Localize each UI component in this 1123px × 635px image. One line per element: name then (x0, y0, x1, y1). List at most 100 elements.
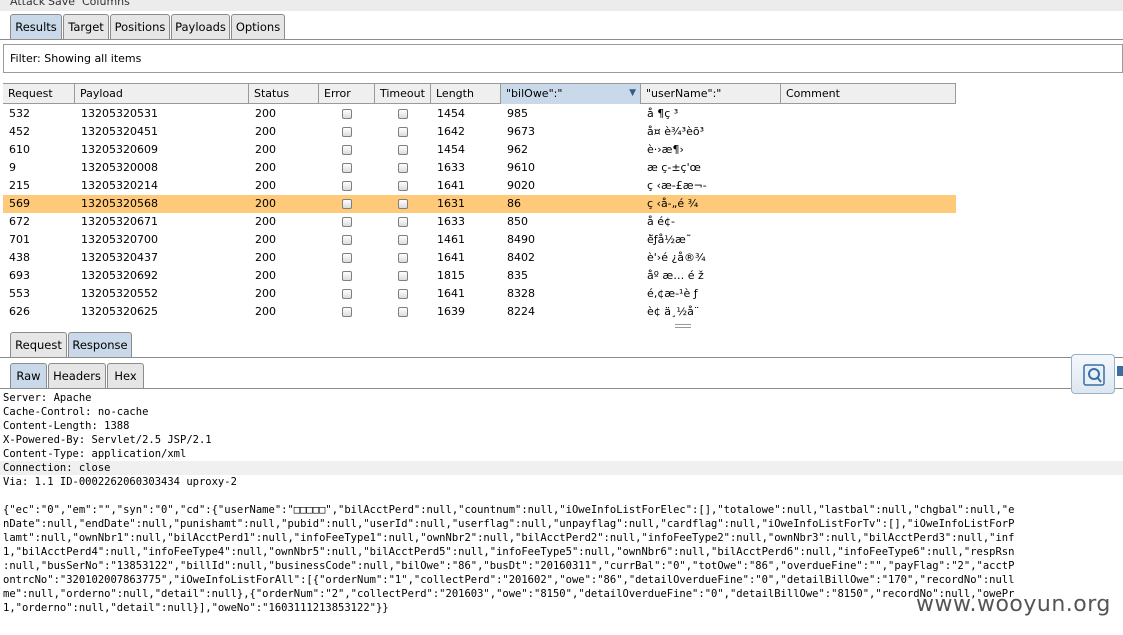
cell-payload: 13205320552 (81, 287, 158, 300)
timeout-checkbox (398, 253, 408, 263)
cell-bilowe: 8402 (507, 251, 535, 264)
menu-columns[interactable]: Columns (82, 0, 130, 8)
col-status[interactable]: Status (249, 84, 319, 104)
cell-length: 1641 (437, 179, 465, 192)
table-row[interactable]: 672 13205320671 200 1633 850 å é¢- (3, 213, 956, 231)
cell-status: 200 (255, 269, 276, 282)
cell-request: 452 (9, 125, 30, 138)
menu-save[interactable]: Save (48, 0, 75, 8)
cell-username: æ ç-±ç'œ (647, 161, 701, 174)
cell-status: 200 (255, 251, 276, 264)
cell-payload: 13205320214 (81, 179, 158, 192)
header-line: Cache-Control: no-cache (3, 406, 149, 418)
tab-positions[interactable]: Positions (110, 14, 170, 39)
cell-request: 672 (9, 215, 30, 228)
timeout-checkbox (398, 109, 408, 119)
tab-headers[interactable]: Headers (48, 363, 106, 388)
tab-payloads[interactable]: Payloads (171, 14, 230, 39)
body-line: 1,"bilAcctPerd4":null,"infoFeeType4":nul… (3, 546, 1015, 558)
cell-length: 1815 (437, 269, 465, 282)
tab-options[interactable]: Options (231, 14, 285, 39)
table-row[interactable]: 438 13205320437 200 1641 8402 è'›é ¿å®¾ (3, 249, 956, 267)
cell-username: åº æ… é ž (647, 269, 704, 282)
cell-payload: 13205320451 (81, 125, 158, 138)
cell-bilowe: 9020 (507, 179, 535, 192)
cell-bilowe: 9610 (507, 161, 535, 174)
cell-username: è'›é ¿å®¾ (647, 251, 706, 264)
tabstrip-divider (0, 39, 1123, 40)
table-row[interactable]: 452 13205320451 200 1642 9673 å¤ è¾³èõ³ (3, 123, 956, 141)
cell-username: å¤ è¾³èõ³ (647, 125, 704, 138)
header-line: Content-Type: application/xml (3, 448, 187, 460)
col-request[interactable]: Request (3, 84, 75, 104)
cell-length: 1454 (437, 107, 465, 120)
cell-bilowe: 9673 (507, 125, 535, 138)
error-checkbox (342, 127, 352, 137)
body-line: me":null,"orderno":null,"detail":null},{… (3, 588, 1015, 600)
cell-status: 200 (255, 143, 276, 156)
cell-status: 200 (255, 305, 276, 318)
split-pane-grip-icon[interactable] (675, 324, 691, 328)
cell-payload: 13205320568 (81, 197, 158, 210)
filter-bar[interactable]: Filter: Showing all items (3, 44, 1123, 73)
cell-payload: 13205320625 (81, 305, 158, 318)
col-timeout[interactable]: Timeout (375, 84, 431, 104)
col-error[interactable]: Error (319, 84, 375, 104)
table-row[interactable]: 215 13205320214 200 1641 9020 ç ‹æ-£æ¬- (3, 177, 956, 195)
cell-request: 215 (9, 179, 30, 192)
cell-username: å é¢- (647, 215, 675, 228)
cell-payload: 13205320437 (81, 251, 158, 264)
cell-username: ç ‹å-„é ¾ (647, 197, 699, 210)
tab-target[interactable]: Target (63, 14, 109, 39)
error-checkbox (342, 181, 352, 191)
cell-status: 200 (255, 197, 276, 210)
tab-response[interactable]: Response (68, 332, 132, 358)
cell-length: 1642 (437, 125, 465, 138)
search-panel-icon (1083, 364, 1105, 386)
body-line: ontrcNo":"320102007863775","iOweInfoList… (3, 574, 1015, 586)
header-line: Via: 1.1 ID-0002262060303434 uproxy-2 (3, 476, 237, 488)
cell-request: 553 (9, 287, 30, 300)
cell-bilowe: 850 (507, 215, 528, 228)
table-row[interactable]: 553 13205320552 200 1641 8328 é‚¢æ-¹è ƒ (3, 285, 956, 303)
message-tabstrip-divider (0, 357, 1123, 358)
tab-request[interactable]: Request (10, 332, 67, 357)
error-checkbox (342, 217, 352, 227)
table-row[interactable]: 701 13205320700 200 1461 8490 è̃ƒå½æ˜ (3, 231, 956, 249)
cell-length: 1639 (437, 305, 465, 318)
col-bilowe[interactable]: "bilOwe":" ▼ (501, 84, 641, 104)
cell-request: 569 (9, 197, 30, 210)
table-row[interactable]: 532 13205320531 200 1454 985 å ¶ç ³ (3, 105, 956, 123)
error-checkbox (342, 109, 352, 119)
cell-bilowe: 8328 (507, 287, 535, 300)
cell-payload: 13205320609 (81, 143, 158, 156)
cell-request: 693 (9, 269, 30, 282)
cell-length: 1641 (437, 287, 465, 300)
timeout-checkbox (398, 235, 408, 245)
col-length[interactable]: Length (431, 84, 501, 104)
cell-bilowe: 86 (507, 197, 521, 210)
search-tool-button[interactable] (1071, 354, 1115, 394)
panel-edge-icon[interactable] (1117, 366, 1123, 376)
tab-raw[interactable]: Raw (10, 363, 47, 389)
table-row[interactable]: 626 13205320625 200 1639 8224 è¢ ä¸½å¨ (3, 303, 956, 321)
timeout-checkbox (398, 271, 408, 281)
cell-username: å ¶ç ³ (647, 107, 679, 120)
table-row[interactable]: 9 13205320008 200 1633 9610 æ ç-±ç'œ (3, 159, 956, 177)
cell-request: 438 (9, 251, 30, 264)
col-username[interactable]: "userName":" (641, 84, 781, 104)
cell-bilowe: 8224 (507, 305, 535, 318)
menu-attack[interactable]: Attack (10, 0, 45, 8)
cell-username: è·›æ¶› (647, 143, 684, 156)
col-comment[interactable]: Comment (781, 84, 956, 104)
error-checkbox (342, 145, 352, 155)
table-row[interactable]: 693 13205320692 200 1815 835 åº æ… é ž (3, 267, 956, 285)
cell-length: 1461 (437, 233, 465, 246)
table-row[interactable]: 569 13205320568 200 1631 86 ç ‹å-„é ¾ (3, 195, 956, 213)
tab-hex[interactable]: Hex (107, 363, 144, 388)
body-line: :null,"busSerNo":"13853122","billId":nul… (3, 560, 1015, 572)
col-payload[interactable]: Payload (75, 84, 249, 104)
cell-request: 701 (9, 233, 30, 246)
tab-results[interactable]: Results (10, 14, 62, 40)
table-row[interactable]: 610 13205320609 200 1454 962 è·›æ¶› (3, 141, 956, 159)
